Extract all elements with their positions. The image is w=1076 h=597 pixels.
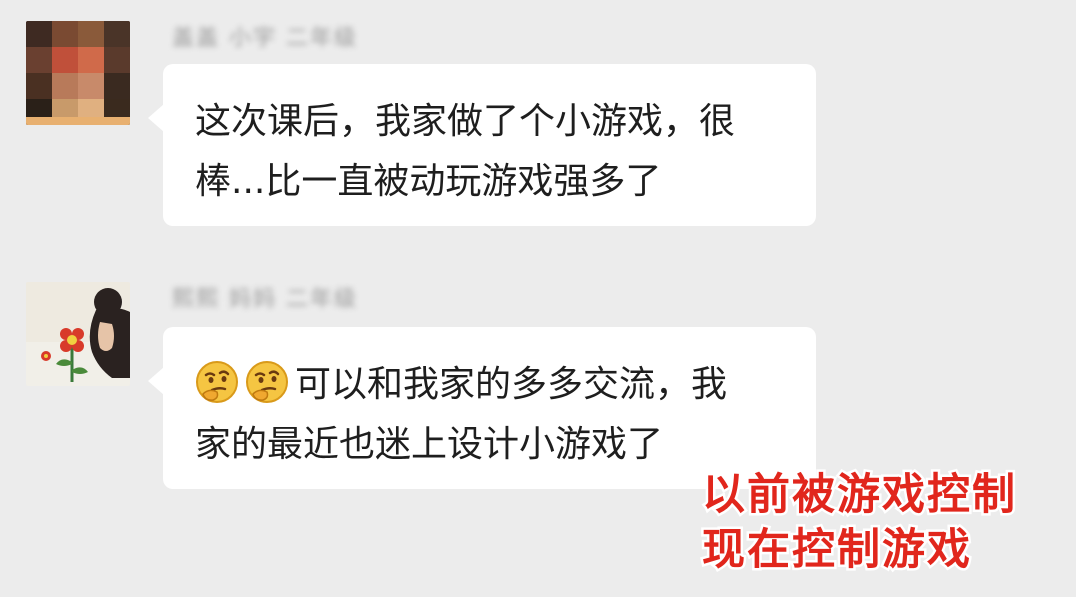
avatar[interactable]	[26, 21, 130, 125]
message-bubble[interactable]: 这次课后，我家做了个小游戏，很 棒...比一直被动玩游戏强多了	[148, 64, 816, 226]
caption-line-1: 以前被游戏控制	[700, 468, 1018, 523]
sender-name: 盖盖 小宇 二年级	[172, 26, 358, 51]
message-text-line: 这次课后，我家做了个小游戏，很	[195, 101, 736, 142]
message-text-line: 家的最近也迷上设计小游戏了	[195, 424, 664, 465]
thinking-face-emoji-icon	[195, 360, 239, 404]
thinking-face-emoji-icon	[245, 360, 289, 404]
caption-line-2: 现在控制游戏	[700, 523, 973, 578]
sender-name: 熙熙 妈妈 二年级	[172, 287, 358, 312]
avatar[interactable]	[26, 282, 130, 386]
message-bubble[interactable]: 可以和我家的多多交流，我 家的最近也迷上设计小游戏了	[148, 327, 816, 489]
message-text-line: 棒...比一直被动玩游戏强多了	[195, 161, 662, 202]
message-text-line: 可以和我家的多多交流，我	[295, 364, 728, 405]
